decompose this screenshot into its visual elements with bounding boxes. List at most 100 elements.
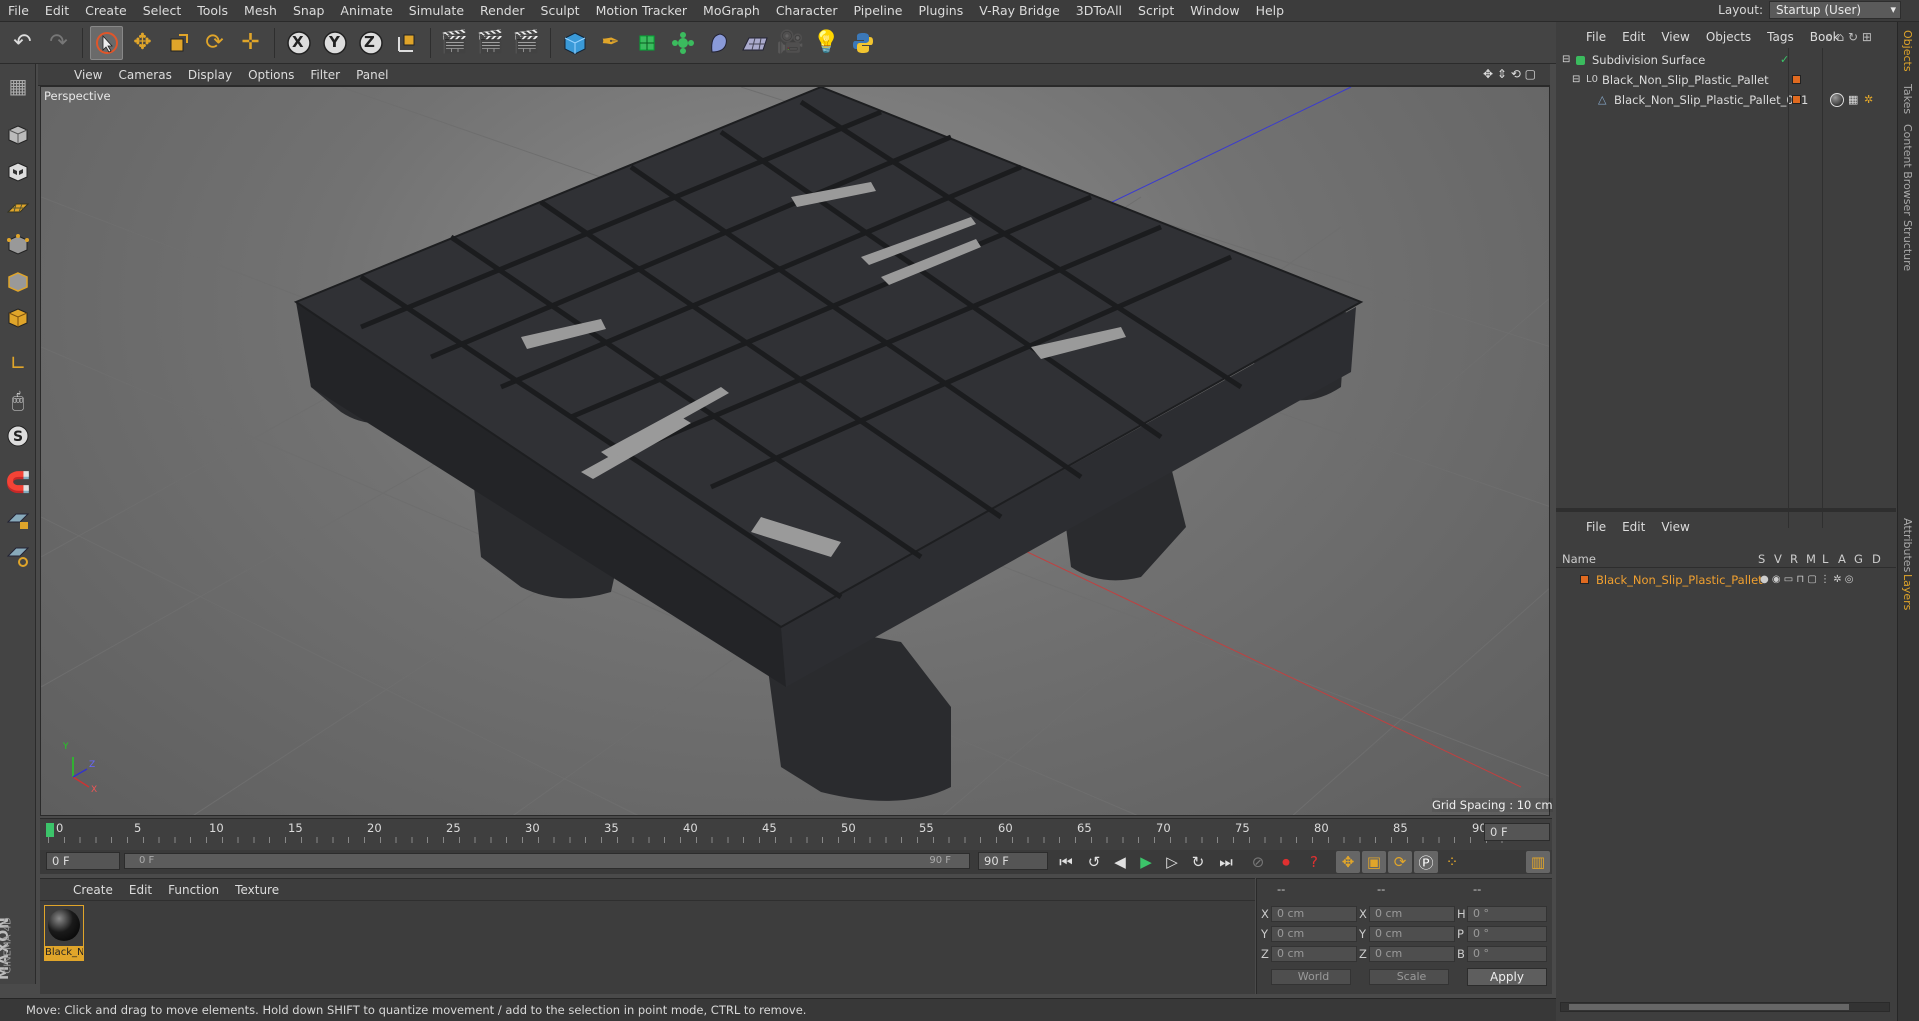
viewport-menu-options[interactable]: Options <box>240 68 302 82</box>
side-tab-structure[interactable]: Structure <box>1901 220 1914 271</box>
side-tab-attributes[interactable]: Attributes <box>1901 518 1914 572</box>
goto-start-button[interactable]: ⏮ <box>1054 851 1078 873</box>
magnet-button[interactable]: 🧲 <box>2 466 34 498</box>
spline-pen-button[interactable]: ✒ <box>594 26 627 60</box>
menu-simulate[interactable]: Simulate <box>401 3 472 18</box>
python-button[interactable] <box>846 26 879 60</box>
coordinate-space-select[interactable]: World <box>1271 969 1351 985</box>
playhead[interactable] <box>46 823 54 837</box>
menu-plugins[interactable]: Plugins <box>910 3 971 18</box>
layer-menu-edit[interactable]: Edit <box>1614 520 1653 534</box>
menu-sculpt[interactable]: Sculpt <box>533 3 588 18</box>
layer-menu-file[interactable]: File <box>1578 520 1614 534</box>
material-menu-texture[interactable]: Texture <box>227 883 287 897</box>
cloner-button[interactable] <box>666 26 699 60</box>
tree-item-pallet-group[interactable]: ⊟ L0 Black_Non_Slip_Plastic_Pallet <box>1556 70 1896 90</box>
menu-edit[interactable]: Edit <box>37 3 77 18</box>
material-menu-function[interactable]: Function <box>160 883 227 897</box>
play-button[interactable]: ▶ <box>1134 851 1158 873</box>
side-tab-layers[interactable]: Layers <box>1901 574 1914 610</box>
menu-render[interactable]: Render <box>472 3 533 18</box>
floor-button[interactable] <box>738 26 771 60</box>
key-pla-button[interactable]: ⁘ <box>1440 851 1464 873</box>
size-mode-select[interactable]: Scale <box>1369 969 1449 985</box>
texture-mode-button[interactable] <box>2 156 34 188</box>
goto-end-button[interactable]: ⏭ <box>1214 851 1238 873</box>
tree-item-pallet-mesh[interactable]: △ Black_Non_Slip_Plastic_Pallet_001 ▦ ✲ <box>1556 90 1896 110</box>
layer-scroll-thumb[interactable] <box>1569 1004 1849 1010</box>
tree-item-subdivision-surface[interactable]: ⊟ Subdivision Surface ✓ <box>1556 50 1896 70</box>
points-mode-button[interactable] <box>2 229 34 261</box>
workplane-lock-button[interactable] <box>2 504 34 536</box>
menu-window[interactable]: Window <box>1182 3 1247 18</box>
menu-character[interactable]: Character <box>768 3 846 18</box>
next-key-button[interactable]: ↻ <box>1186 851 1210 873</box>
viewport-nav-icons[interactable]: ✥ ⇕ ⟲ ▢ <box>1475 67 1544 81</box>
move-tool-button[interactable]: ✥ <box>126 26 159 60</box>
motion-path-button[interactable]: ⊘ <box>1246 851 1270 873</box>
next-frame-button[interactable]: ▷ <box>1160 851 1184 873</box>
timeline-window-button[interactable]: ▥ <box>1526 851 1550 873</box>
menu-mesh[interactable]: Mesh <box>236 3 285 18</box>
z-axis-lock-button[interactable]: Z <box>354 26 387 60</box>
subdivision-generator-button[interactable] <box>630 26 663 60</box>
key-position-button[interactable]: ✥ <box>1336 851 1360 873</box>
menu-3dtoall[interactable]: 3DToAll <box>1068 3 1130 18</box>
viewport-menu-cameras[interactable]: Cameras <box>110 68 179 82</box>
layer-menu-view[interactable]: View <box>1653 520 1697 534</box>
rotate-tool-button[interactable]: ⟳ <box>198 26 231 60</box>
recent-tool-button[interactable]: ✛ <box>234 26 267 60</box>
viewport-menu-filter[interactable]: Filter <box>302 68 348 82</box>
autokey-button[interactable]: ? <box>1302 851 1326 873</box>
menu-help[interactable]: Help <box>1248 3 1293 18</box>
side-tab-objects[interactable]: Objects <box>1901 30 1914 72</box>
prev-frame-button[interactable]: ◀ <box>1108 851 1132 873</box>
key-parameter-button[interactable]: Ⓟ <box>1414 851 1438 873</box>
live-selection-button[interactable] <box>90 25 123 60</box>
menu-snap[interactable]: Snap <box>285 3 332 18</box>
model-mode-button[interactable] <box>2 119 34 151</box>
size-y-field[interactable]: 0 cm <box>1369 926 1455 942</box>
key-rotation-button[interactable]: ⟳ <box>1388 851 1412 873</box>
object-menu-view[interactable]: View <box>1653 30 1697 44</box>
key-scale-button[interactable]: ▣ <box>1362 851 1386 873</box>
cube-primitive-button[interactable] <box>558 26 591 60</box>
object-menu-tags[interactable]: Tags <box>1759 30 1802 44</box>
menu-tools[interactable]: Tools <box>189 3 236 18</box>
material-menu-edit[interactable]: Edit <box>121 883 160 897</box>
material-swatch[interactable]: Black_N <box>44 905 84 961</box>
render-picture-viewer-button[interactable]: 🎬 <box>474 26 507 60</box>
object-menu-objects[interactable]: Objects <box>1698 30 1759 44</box>
menu-mograph[interactable]: MoGraph <box>695 3 768 18</box>
frame-range-slider[interactable]: 0 F 90 F <box>124 853 970 869</box>
object-menu-file[interactable]: File <box>1578 30 1614 44</box>
menu-script[interactable]: Script <box>1130 3 1182 18</box>
menu-file[interactable]: File <box>0 3 37 18</box>
material-menu-create[interactable]: Create <box>65 883 121 897</box>
camera-button[interactable]: 🎥 <box>774 26 807 60</box>
side-tab-content-browser[interactable]: Content Browser <box>1901 124 1914 216</box>
rot-h-field[interactable]: 0 ° <box>1467 906 1547 922</box>
coordinate-system-button[interactable] <box>390 26 423 60</box>
pos-y-field[interactable]: 0 cm <box>1271 926 1357 942</box>
planar-workplane-button[interactable] <box>2 540 34 572</box>
side-tab-takes[interactable]: Takes <box>1901 84 1914 114</box>
snap-button[interactable]: S <box>2 420 34 452</box>
menu-pipeline[interactable]: Pipeline <box>846 3 911 18</box>
viewport-menu-display[interactable]: Display <box>180 68 240 82</box>
layer-toggle-icons[interactable]: ● ◉ ▭ ⊓ ▢ ⋮ ✲ ◎ <box>1760 570 1854 590</box>
scale-tool-button[interactable] <box>162 26 195 60</box>
make-editable-button[interactable]: ▦ <box>2 70 34 102</box>
record-button[interactable]: ⏺ <box>1274 851 1298 873</box>
perspective-viewport[interactable]: Y Z X <box>40 86 1550 816</box>
menu-select[interactable]: Select <box>135 3 190 18</box>
redo-button[interactable]: ↷ <box>42 26 75 60</box>
rot-b-field[interactable]: 0 ° <box>1467 946 1547 962</box>
menu-create[interactable]: Create <box>77 3 135 18</box>
timeline-ruler[interactable]: 0 5 10 15 20 25 30 35 40 45 50 55 60 65 … <box>40 818 1552 854</box>
object-menu-edit[interactable]: Edit <box>1614 30 1653 44</box>
end-frame-field[interactable]: 90 F <box>978 852 1048 870</box>
size-z-field[interactable]: 0 cm <box>1369 946 1455 962</box>
axis-mode-button[interactable]: ∟ <box>2 347 34 379</box>
viewport-menu-panel[interactable]: Panel <box>348 68 396 82</box>
